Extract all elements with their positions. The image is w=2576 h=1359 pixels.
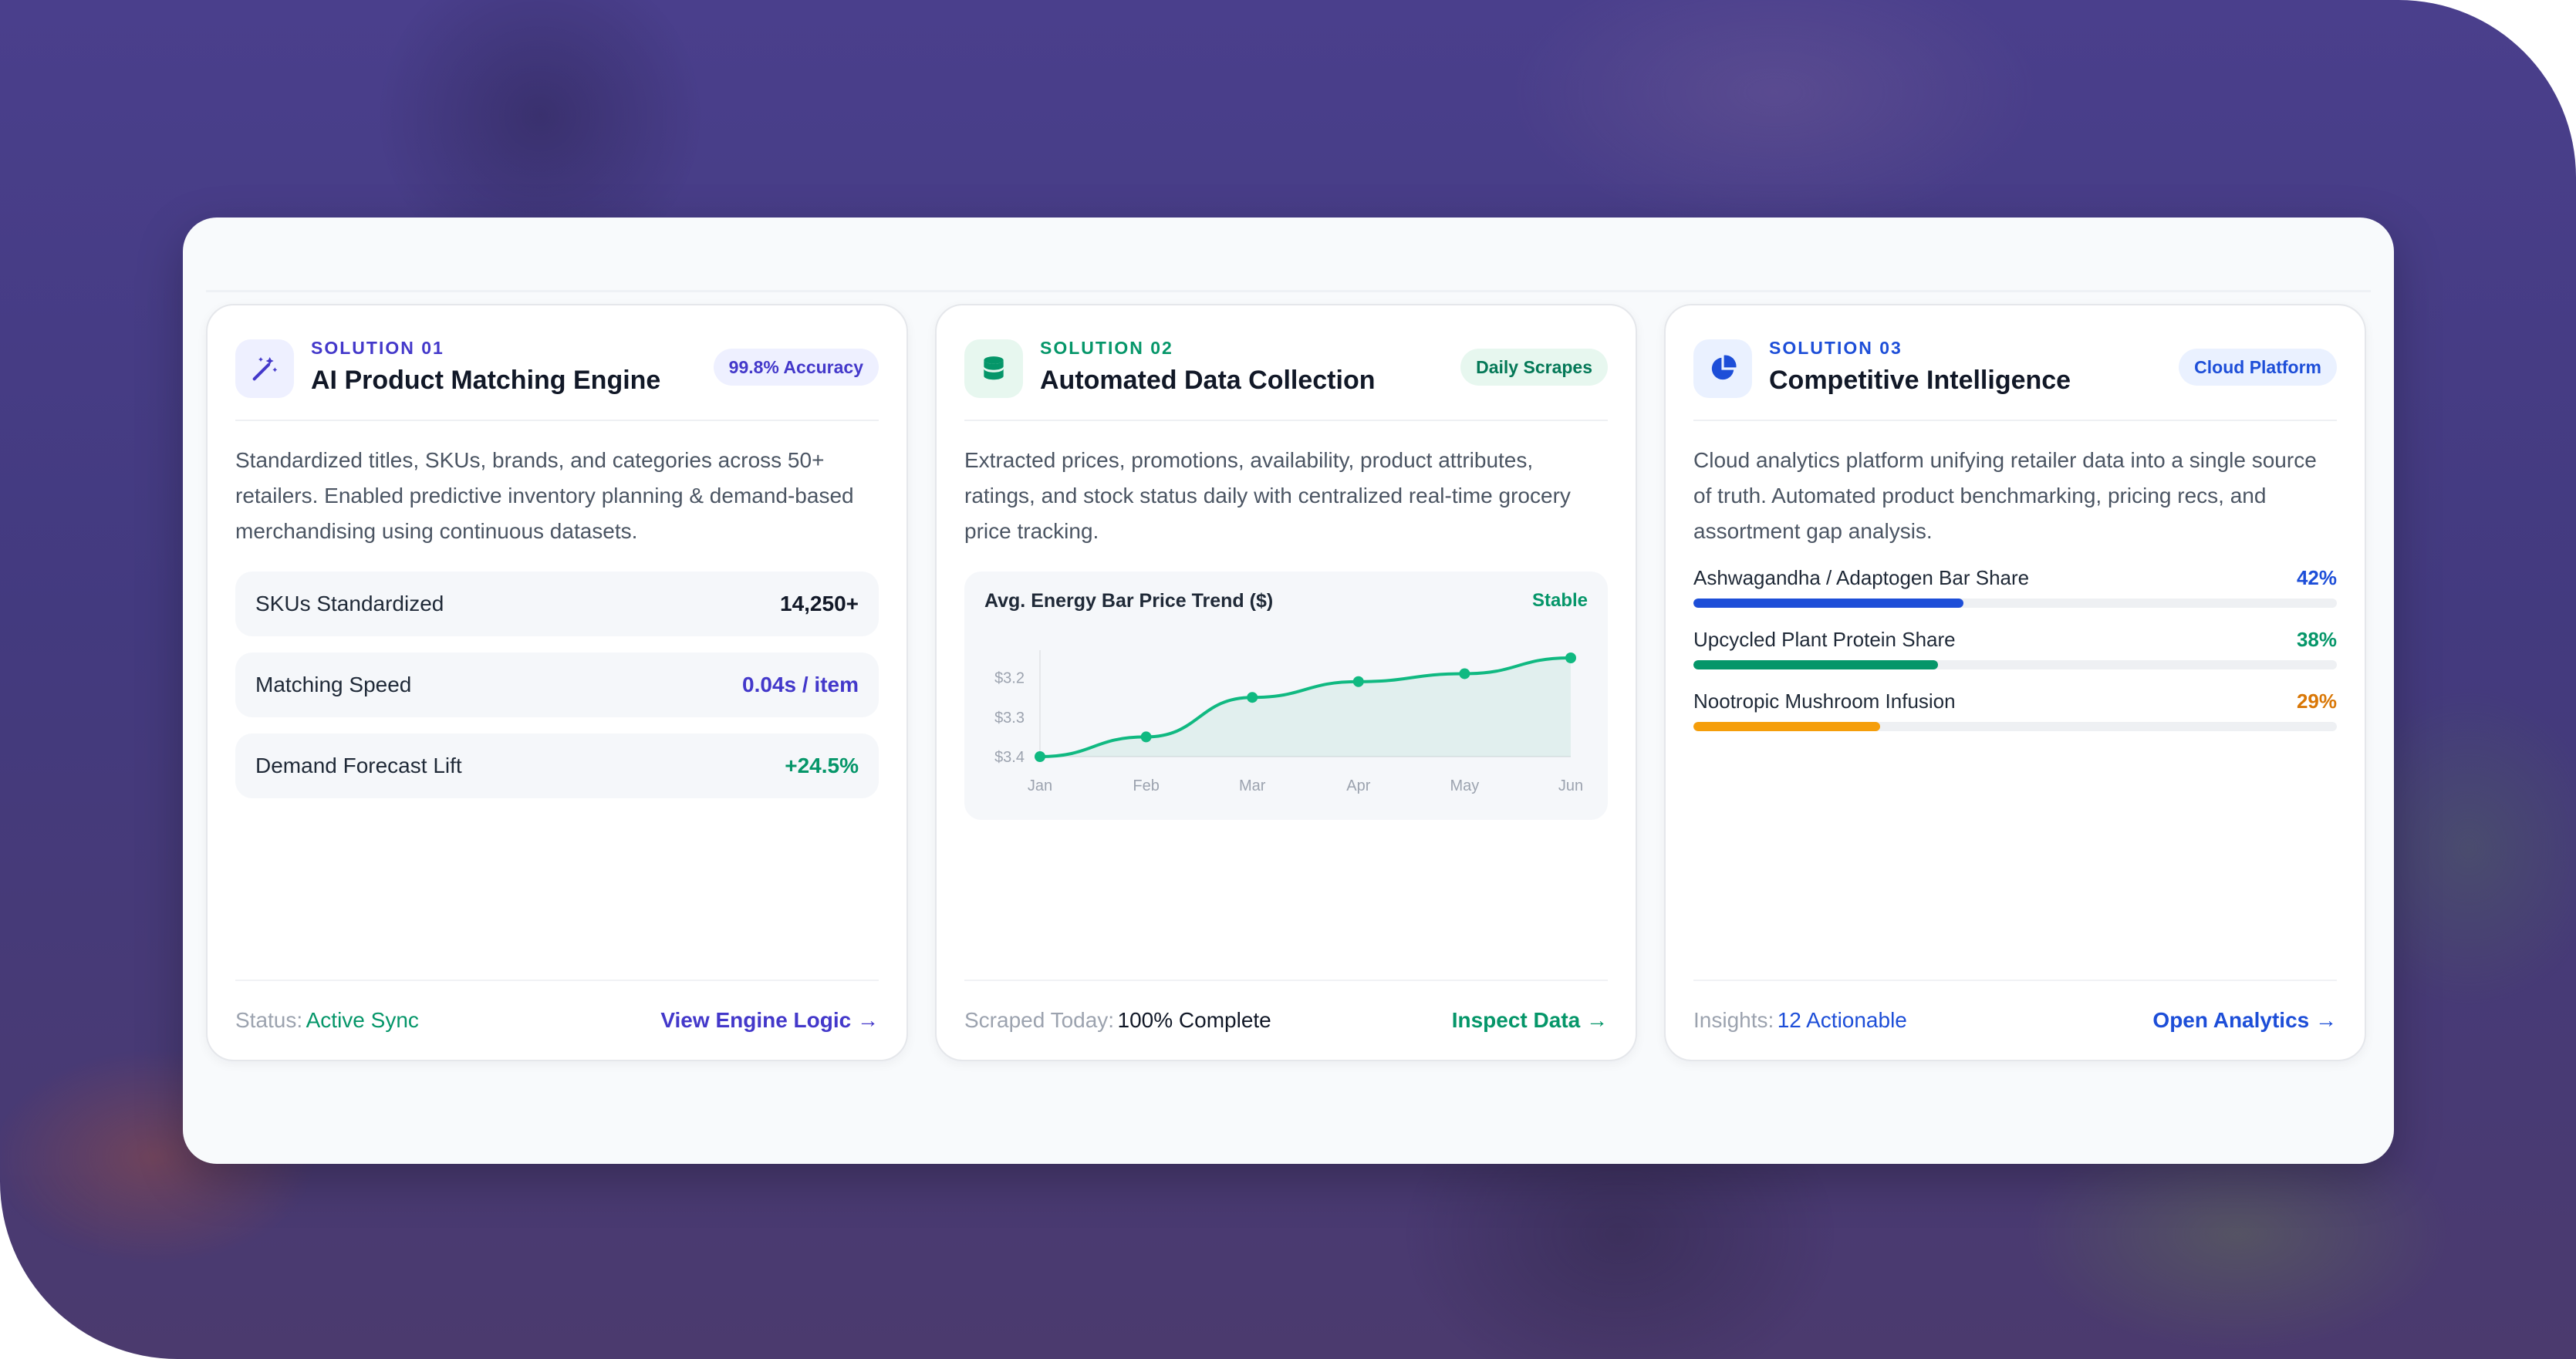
metric-label: Demand Forecast Lift xyxy=(255,754,462,777)
share-bar-label: Upcycled Plant Protein Share xyxy=(1693,628,1956,651)
card-description: Cloud analytics platform unifying retail… xyxy=(1693,448,2317,543)
data-point xyxy=(1140,731,1152,743)
x-tick-label: May xyxy=(1450,777,1480,794)
status-value: Active Sync xyxy=(306,1008,419,1032)
share-bar-fill xyxy=(1693,660,1938,669)
y-tick-label: $3.4 xyxy=(994,749,1025,766)
metric-label: Matching Speed xyxy=(255,673,412,696)
share-bar-value: 38% xyxy=(2296,628,2337,651)
metric-value: +24.5% xyxy=(785,754,859,777)
card-header: SOLUTION 02 Automated Data Collection Da… xyxy=(964,335,1608,421)
card-eyebrow: SOLUTION 01 xyxy=(311,338,444,358)
x-tick-label: Jun xyxy=(1558,777,1583,794)
share-bar-value: 29% xyxy=(2296,690,2337,713)
data-point xyxy=(1247,692,1258,703)
x-tick-label: Jan xyxy=(1028,777,1052,794)
card-header: SOLUTION 03 Competitive Intelligence Clo… xyxy=(1693,335,2337,421)
x-tick-label: Feb xyxy=(1133,777,1159,794)
share-bar: Upcycled Plant Protein Share 38% xyxy=(1693,628,2337,690)
card-description: Standardized titles, SKUs, brands, and c… xyxy=(235,448,854,543)
x-tick-label: Mar xyxy=(1239,777,1266,794)
card-description: Extracted prices, promotions, availabili… xyxy=(964,448,1571,543)
data-point xyxy=(1035,751,1045,762)
share-bar-fill xyxy=(1693,722,1880,731)
data-point xyxy=(1565,653,1576,663)
share-bar-fill xyxy=(1693,599,1964,608)
metric-row: Matching Speed 0.04s / item xyxy=(235,653,879,717)
view-engine-logic-link[interactable]: View Engine Logic → xyxy=(660,1008,879,1033)
card-eyebrow: SOLUTION 03 xyxy=(1769,338,1902,358)
share-bar-label: Ashwagandha / Adaptogen Bar Share xyxy=(1693,566,2030,589)
card-eyebrow: SOLUTION 02 xyxy=(1040,338,1173,358)
metric-value: 14,250+ xyxy=(780,592,859,615)
status-label: Scraped Today: xyxy=(964,1008,1115,1032)
card-header: SOLUTION 01 AI Product Matching Engine 9… xyxy=(235,335,879,421)
accuracy-badge: 99.8% Accuracy xyxy=(713,349,879,386)
metric-row: SKUs Standardized 14,250+ xyxy=(235,572,879,636)
card-footer: Status: Active Sync View Engine Logic → xyxy=(235,980,879,1060)
status-label: Insights: xyxy=(1693,1008,1774,1032)
line-chart-svg: $3.2 $3.3 $3.4Jan Feb Mar Apr May Jun xyxy=(994,650,1583,794)
status-value: 12 Actionable xyxy=(1777,1008,1907,1032)
price-trend-chart: Avg. Energy Bar Price Trend ($) Stable $… xyxy=(964,572,1608,820)
metric-label: SKUs Standardized xyxy=(255,592,444,615)
card-footer: Insights: 12 Actionable Open Analytics → xyxy=(1693,980,2337,1060)
pie-chart-icon xyxy=(1693,339,1752,398)
status-value: 100% Complete xyxy=(1117,1008,1271,1032)
share-bar: Ashwagandha / Adaptogen Bar Share 42% xyxy=(1693,566,2337,628)
y-tick-label: $3.3 xyxy=(994,710,1025,727)
data-point xyxy=(1352,676,1364,687)
solution-card-data-collection: SOLUTION 02 Automated Data Collection Da… xyxy=(935,304,1637,1061)
frequency-badge: Daily Scrapes xyxy=(1460,349,1608,386)
y-tick-label: $3.2 xyxy=(994,670,1025,687)
solutions-panel: SOLUTION 01 AI Product Matching Engine 9… xyxy=(183,218,2394,1164)
card-title: Competitive Intelligence xyxy=(1769,366,2071,395)
card-title: Automated Data Collection xyxy=(1040,366,1376,395)
database-icon xyxy=(964,339,1023,398)
data-point xyxy=(1459,668,1470,680)
card-footer: Scraped Today: 100% Complete Inspect Dat… xyxy=(964,980,1608,1060)
share-bar-track xyxy=(1693,722,2337,731)
x-tick-label: Apr xyxy=(1346,777,1370,794)
metric-value: 0.04s / item xyxy=(742,673,859,696)
share-bar: Nootropic Mushroom Infusion 29% xyxy=(1693,690,2337,751)
share-bar-track xyxy=(1693,599,2337,608)
open-analytics-link[interactable]: Open Analytics → xyxy=(2152,1008,2337,1033)
share-bar-label: Nootropic Mushroom Infusion xyxy=(1693,690,1956,713)
card-title: AI Product Matching Engine xyxy=(311,366,661,395)
status-label: Status: xyxy=(235,1008,303,1032)
solution-card-competitive-intel: SOLUTION 03 Competitive Intelligence Clo… xyxy=(1664,304,2366,1061)
platform-badge: Cloud Platform xyxy=(2179,349,2337,386)
inspect-data-link[interactable]: Inspect Data → xyxy=(1452,1008,1608,1033)
solution-card-ai-matching: SOLUTION 01 AI Product Matching Engine 9… xyxy=(206,304,908,1061)
panel-divider xyxy=(206,290,2371,292)
share-bar-value: 42% xyxy=(2296,566,2337,589)
share-bar-track xyxy=(1693,660,2337,669)
magic-wand-icon xyxy=(235,339,294,398)
metric-row: Demand Forecast Lift +24.5% xyxy=(235,733,879,798)
